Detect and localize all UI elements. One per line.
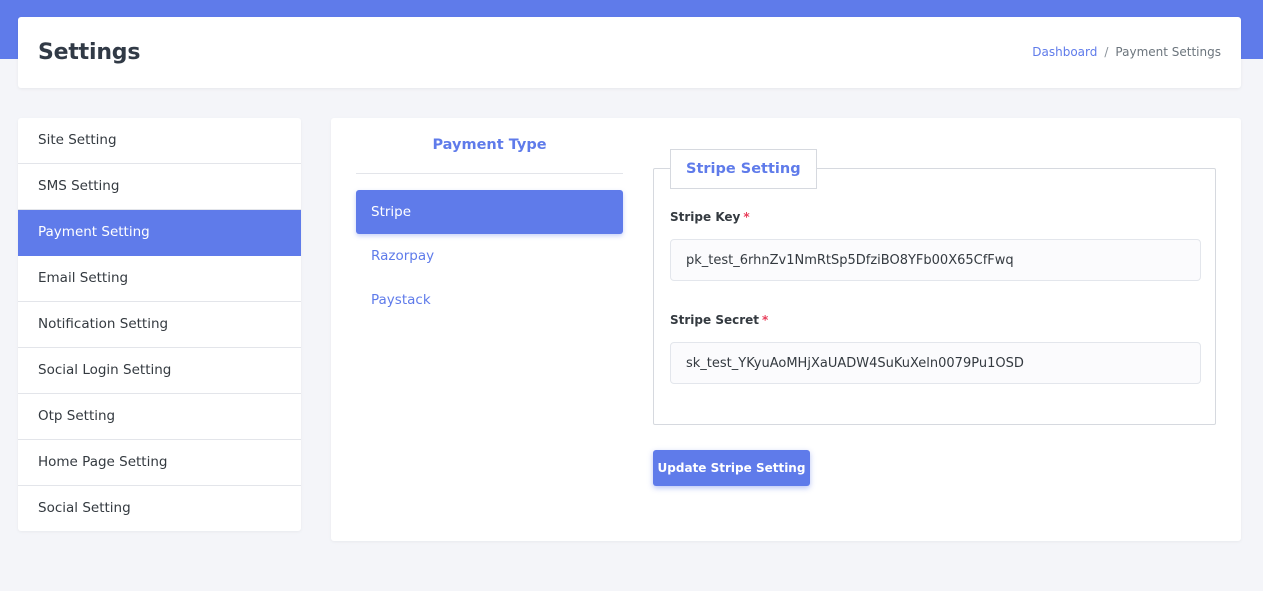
sidebar-item-otp-setting[interactable]: Otp Setting — [18, 394, 301, 440]
sidebar-item-email-setting[interactable]: Email Setting — [18, 256, 301, 302]
sidebar-item-notification-setting[interactable]: Notification Setting — [18, 302, 301, 348]
payment-tab-stripe[interactable]: Stripe — [356, 190, 623, 234]
payment-tab-razorpay[interactable]: Razorpay — [356, 234, 623, 278]
required-marker: * — [762, 313, 769, 327]
breadcrumb-current: Payment Settings — [1115, 45, 1221, 59]
payment-type-divider — [356, 173, 623, 174]
required-marker: * — [743, 210, 750, 224]
stripe-setting-fieldset: Stripe Setting Stripe Key* Stripe Secret… — [653, 149, 1216, 425]
settings-sidebar: Site Setting SMS Setting Payment Setting… — [18, 118, 301, 531]
sidebar-item-site-setting[interactable]: Site Setting — [18, 118, 301, 164]
sidebar-item-social-login-setting[interactable]: Social Login Setting — [18, 348, 301, 394]
payment-tab-paystack[interactable]: Paystack — [356, 278, 623, 322]
sidebar-item-payment-setting[interactable]: Payment Setting — [18, 210, 301, 256]
stripe-key-label: Stripe Key * — [670, 210, 750, 224]
breadcrumb-dashboard-link[interactable]: Dashboard — [1032, 45, 1097, 59]
stripe-setting-legend: Stripe Setting — [670, 149, 817, 189]
breadcrumb: Dashboard / Payment Settings — [1032, 45, 1221, 59]
stripe-key-label-text: Stripe Key — [670, 210, 741, 224]
sidebar-item-home-page-setting[interactable]: Home Page Setting — [18, 440, 301, 486]
sidebar-item-social-setting[interactable]: Social Setting — [18, 486, 301, 531]
breadcrumb-separator: / — [1104, 45, 1109, 59]
payment-type-title: Payment Type — [432, 137, 547, 153]
page-header: Settings Dashboard / Payment Settings — [18, 17, 1241, 88]
stripe-secret-label-text: Stripe Secret — [670, 313, 760, 327]
stripe-secret-input[interactable] — [670, 342, 1201, 384]
stripe-secret-label: Stripe Secret * — [670, 313, 768, 327]
update-stripe-setting-button[interactable]: Update Stripe Setting — [653, 450, 810, 486]
sidebar-item-sms-setting[interactable]: SMS Setting — [18, 164, 301, 210]
payment-settings-card: Payment Type Stripe Razorpay Paystack St… — [331, 118, 1241, 541]
stripe-key-input[interactable] — [670, 239, 1201, 281]
page-title: Settings — [38, 40, 141, 65]
